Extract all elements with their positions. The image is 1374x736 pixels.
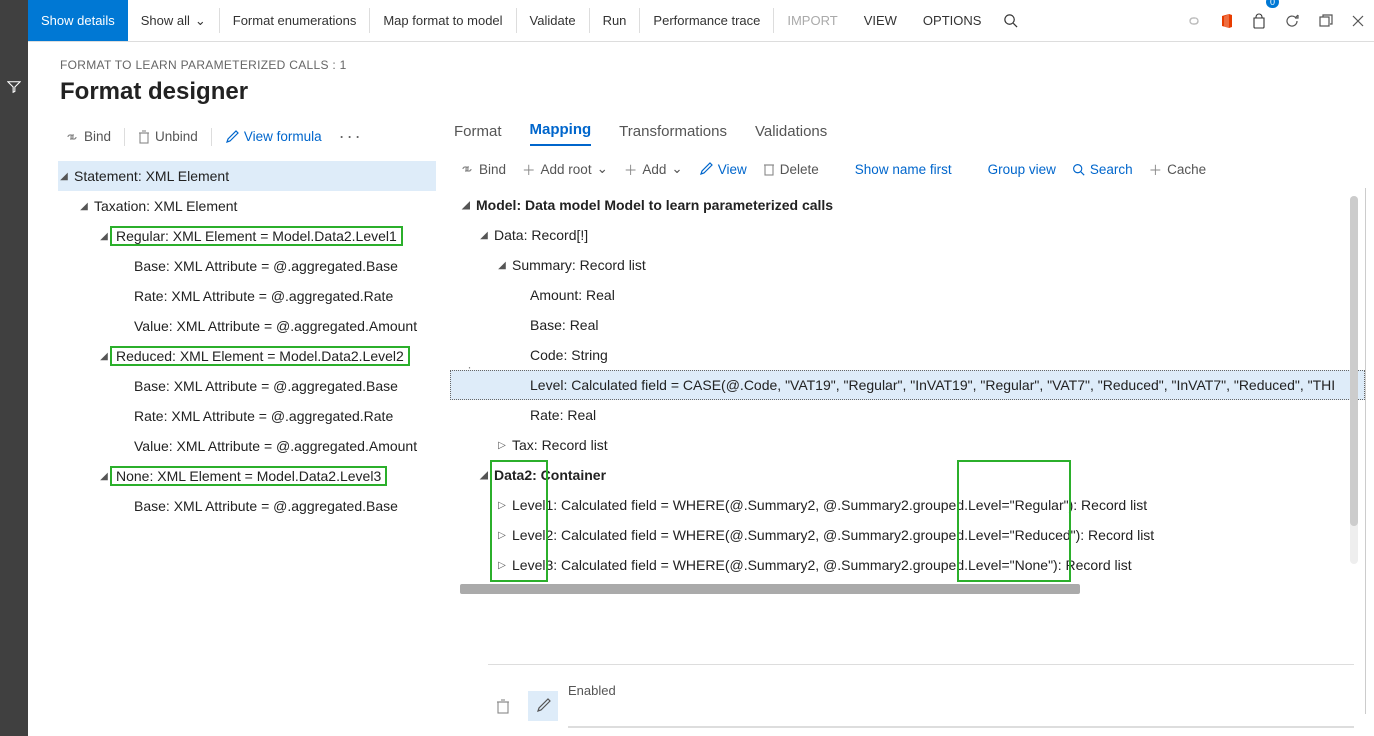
tree-row[interactable]: Rate: XML Attribute = @.aggregated.Rate xyxy=(58,401,436,431)
tab-validations[interactable]: Validations xyxy=(755,123,827,146)
tab-mapping[interactable]: Mapping xyxy=(530,121,592,146)
tree-row-reduced[interactable]: ◢Reduced: XML Element = Model.Data2.Leve… xyxy=(58,341,436,371)
search-button[interactable]: Search xyxy=(1066,159,1139,180)
show-name-first-button[interactable]: Show name first xyxy=(849,159,958,180)
more-actions[interactable]: ··· xyxy=(333,126,369,147)
cache-button[interactable]: ＋Cache xyxy=(1143,156,1213,182)
options-menu[interactable]: OPTIONS xyxy=(910,0,995,41)
tree-row-tax[interactable]: ▷Tax: Record list xyxy=(450,430,1365,460)
tree-row-level[interactable]: Level: Calculated field = CASE(@.Code, "… xyxy=(450,370,1365,400)
model-tree: ◢Model: Data model Model to learn parame… xyxy=(450,188,1366,714)
view-formula-button[interactable]: View formula xyxy=(218,126,329,147)
refresh-button[interactable] xyxy=(1275,0,1309,41)
trash-icon xyxy=(138,130,150,144)
performance-trace-button[interactable]: Performance trace xyxy=(640,0,773,41)
bind-button[interactable]: Bind xyxy=(58,126,118,147)
top-toolbar: Show details Show all⌄ Format enumeratio… xyxy=(28,0,1374,42)
page-title: Format designer xyxy=(60,78,1342,106)
popout-button[interactable] xyxy=(1309,0,1342,41)
pencil-icon xyxy=(536,698,551,713)
tree-row-taxation[interactable]: ◢Taxation: XML Element xyxy=(58,191,436,221)
plus-icon: ＋ xyxy=(624,159,638,179)
tree-row-model[interactable]: ◢Model: Data model Model to learn parame… xyxy=(450,190,1365,220)
plus-icon: ＋ xyxy=(1149,159,1163,179)
search-icon xyxy=(1003,13,1018,28)
search-icon xyxy=(1072,163,1085,176)
tabs: Format Mapping Transformations Validatio… xyxy=(450,114,1370,146)
delete-button[interactable]: Delete xyxy=(757,159,825,180)
horizontal-scrollbar[interactable] xyxy=(450,582,1365,596)
group-view-button[interactable]: Group view xyxy=(982,159,1062,180)
link-icon xyxy=(1186,14,1202,28)
view-button[interactable]: View xyxy=(693,159,753,180)
tree-row-regular[interactable]: ◢Regular: XML Element = Model.Data2.Leve… xyxy=(58,221,436,251)
bind-button[interactable]: Bind xyxy=(454,159,512,180)
tree-row-statement[interactable]: ◢Statement: XML Element xyxy=(58,161,436,191)
unbind-button[interactable]: Unbind xyxy=(131,126,205,147)
tree-row[interactable]: Base: Real xyxy=(450,310,1365,340)
format-tree-pane: Bind Unbind View formula ··· ◢Statement:… xyxy=(28,114,438,714)
breadcrumb: FORMAT TO LEARN PARAMETERIZED CALLS : 1 xyxy=(60,58,1342,72)
pencil-icon xyxy=(699,162,713,176)
add-root-button[interactable]: ＋Add root⌄ xyxy=(516,156,614,182)
attachments-button[interactable] xyxy=(1177,0,1211,41)
tab-transformations[interactable]: Transformations xyxy=(619,123,727,146)
enabled-field[interactable] xyxy=(568,726,1354,728)
tree-row-data2[interactable]: ◢Data2: Container xyxy=(450,460,1365,490)
notifications-button[interactable]: 0 xyxy=(1243,0,1275,41)
show-details-button[interactable]: Show details xyxy=(28,0,128,41)
tree-row-level1[interactable]: ▷Level1: Calculated field = WHERE(@.Summ… xyxy=(450,490,1365,520)
show-all-button[interactable]: Show all⌄ xyxy=(128,0,219,41)
tree-row[interactable]: Rate: XML Attribute = @.aggregated.Rate xyxy=(58,281,436,311)
delete-property-button[interactable] xyxy=(488,691,518,721)
search-button[interactable] xyxy=(994,0,1027,41)
tree-row[interactable]: Base: XML Attribute = @.aggregated.Base xyxy=(58,491,436,521)
link-icon xyxy=(460,163,474,175)
office-icon xyxy=(1220,13,1234,29)
tree-row-level3[interactable]: ▷Level3: Calculated field = WHERE(@.Summ… xyxy=(450,550,1365,580)
close-icon xyxy=(1351,14,1365,28)
header: FORMAT TO LEARN PARAMETERIZED CALLS : 1 … xyxy=(28,42,1374,114)
trash-icon xyxy=(763,162,775,176)
mapping-pane: Format Mapping Transformations Validatio… xyxy=(438,114,1374,714)
tree-row[interactable]: Base: XML Attribute = @.aggregated.Base xyxy=(58,371,436,401)
chevron-down-icon: ⌄ xyxy=(195,13,206,29)
validate-button[interactable]: Validate xyxy=(517,0,589,41)
view-menu[interactable]: VIEW xyxy=(851,0,910,41)
enabled-label: Enabled xyxy=(568,683,1354,698)
run-button[interactable]: Run xyxy=(590,0,640,41)
mapping-action-bar: Bind ＋Add root⌄ ＋Add⌄ View Delete Show n… xyxy=(450,146,1370,188)
bottom-panel: Enabled xyxy=(488,664,1354,726)
plus-icon: ＋ xyxy=(522,159,536,179)
refresh-icon xyxy=(1284,13,1300,29)
pencil-icon xyxy=(225,130,239,144)
bag-icon xyxy=(1252,13,1266,29)
format-action-bar: Bind Unbind View formula ··· xyxy=(58,120,436,157)
trash-icon xyxy=(496,698,510,714)
tree-row-level2[interactable]: ▷Level2: Calculated field = WHERE(@.Summ… xyxy=(450,520,1365,550)
tree-row[interactable]: Rate: Real xyxy=(450,400,1365,430)
office-button[interactable] xyxy=(1211,0,1243,41)
import-button: IMPORT xyxy=(774,0,850,41)
tree-row[interactable]: Base: XML Attribute = @.aggregated.Base xyxy=(58,251,436,281)
filter-icon[interactable] xyxy=(7,80,21,736)
close-button[interactable] xyxy=(1342,0,1374,41)
tree-row[interactable]: Amount: Real xyxy=(450,280,1365,310)
tree-row[interactable]: Value: XML Attribute = @.aggregated.Amou… xyxy=(58,431,436,461)
tree-row-none[interactable]: ◢None: XML Element = Model.Data2.Level3 xyxy=(58,461,436,491)
app-rail xyxy=(0,0,28,736)
tree-row[interactable]: Value: XML Attribute = @.aggregated.Amou… xyxy=(58,311,436,341)
popout-icon xyxy=(1318,13,1333,28)
format-enumerations-button[interactable]: Format enumerations xyxy=(220,0,370,41)
tree-row[interactable]: Code: String xyxy=(450,340,1365,370)
map-format-to-model-button[interactable]: Map format to model xyxy=(370,0,515,41)
tab-format[interactable]: Format xyxy=(454,123,502,146)
vertical-scrollbar[interactable] xyxy=(1350,196,1358,564)
add-button[interactable]: ＋Add⌄ xyxy=(618,156,689,182)
edit-property-button[interactable] xyxy=(528,691,558,721)
link-icon xyxy=(65,131,79,143)
tree-row-data[interactable]: ◢Data: Record[!] xyxy=(450,220,1365,250)
tree-row-summary[interactable]: ◢Summary: Record list xyxy=(450,250,1365,280)
